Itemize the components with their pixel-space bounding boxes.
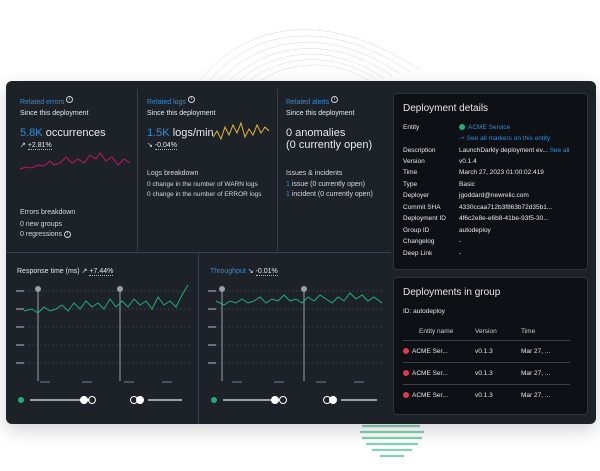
see-all-markers-link[interactable]: -+ See all markers on this entity <box>459 135 550 142</box>
series-color-dot <box>211 397 217 403</box>
info-icon[interactable]: i <box>64 230 72 238</box>
error-status-icon <box>403 392 409 398</box>
anomalies-count: 0 anomalies <box>286 127 346 139</box>
errors-subtitle: Since this deployment <box>20 110 89 117</box>
status-dot <box>459 124 465 131</box>
throughput-header: Throughput ↘ -0.01% <box>210 268 278 276</box>
response-time-title: Response time (ms) <box>17 268 80 275</box>
errors-breakdown: Errors breakdown 0 new groups 0 regressi… <box>20 208 135 240</box>
logs-subtitle: Since this deployment <box>147 110 216 117</box>
divider <box>137 89 138 251</box>
info-icon[interactable]: i <box>331 96 339 104</box>
series-color-dot <box>18 397 24 403</box>
anomalies-open: (0 currently open) <box>286 139 373 151</box>
logs-breakdown-title: Logs breakdown <box>147 170 199 177</box>
issues-incidents: Issues & incidents 1 issue (0 currently … <box>286 169 390 200</box>
trend-up-icon: ↗ <box>81 268 88 275</box>
toggle-icon[interactable] <box>88 396 96 404</box>
divider <box>403 384 570 385</box>
divider <box>403 340 570 341</box>
logs-breakdown: Logs breakdown 0 change in the number of… <box>147 169 275 200</box>
logs-sparkline <box>213 121 269 141</box>
column-header-entity[interactable]: Entity name <box>419 328 453 335</box>
column-header-time[interactable]: Time <box>521 328 535 335</box>
entity-link[interactable]: ACME Service <box>468 124 510 131</box>
info-icon[interactable]: i <box>187 96 195 104</box>
divider <box>403 362 570 363</box>
slider-handle[interactable] <box>80 396 88 404</box>
related-alerts-link[interactable]: Related alerts <box>286 99 329 106</box>
error-status-icon <box>403 370 409 376</box>
slider-handle[interactable] <box>329 396 337 404</box>
throughput-title[interactable]: Throughput <box>210 268 246 275</box>
divider <box>198 252 199 424</box>
divider <box>277 89 278 251</box>
errors-value: 5.8K occurrences <box>20 127 106 139</box>
slider-handle[interactable] <box>136 396 144 404</box>
errors-card: Related errors i Since this deployment 5.… <box>20 91 135 150</box>
response-time-legend <box>18 395 192 405</box>
deployments-in-group-panel: Deployments in group ID: autodeploy Enti… <box>393 277 588 415</box>
response-time-header: Response time (ms) ↗ +7.44% <box>17 268 114 276</box>
throughput-legend <box>211 395 385 405</box>
related-errors-link[interactable]: Related errors <box>20 99 64 106</box>
alerts-card: Related alerts i Since this deployment 0 … <box>286 91 390 151</box>
alerts-subtitle: Since this deployment <box>286 110 355 117</box>
related-logs-link[interactable]: Related logs <box>147 99 186 106</box>
deployment-details-panel: Deployment details Entity ACME Service -… <box>393 93 588 270</box>
deployment-details-title: Deployment details <box>403 103 489 114</box>
errors-sparkline <box>20 152 130 170</box>
throughput-chart <box>208 286 384 383</box>
errors-breakdown-title: Errors breakdown <box>20 209 76 216</box>
trend-down-icon: ↘ <box>147 142 153 149</box>
toggle-icon[interactable] <box>279 396 287 404</box>
info-icon[interactable]: i <box>66 96 74 104</box>
trend-down-icon: ↘ <box>247 268 254 275</box>
group-id-label: ID: autodeploy <box>403 308 445 315</box>
see-all-link[interactable]: See all <box>550 147 570 154</box>
deployment-dashboard: Related errors i Since this deployment 5.… <box>6 81 596 424</box>
error-status-icon <box>403 348 409 354</box>
slider-handle[interactable] <box>271 396 279 404</box>
issues-title: Issues & incidents <box>286 170 343 177</box>
response-time-chart <box>16 284 192 383</box>
column-header-version[interactable]: Version <box>475 328 497 335</box>
deployments-group-title: Deployments in group <box>403 287 501 298</box>
